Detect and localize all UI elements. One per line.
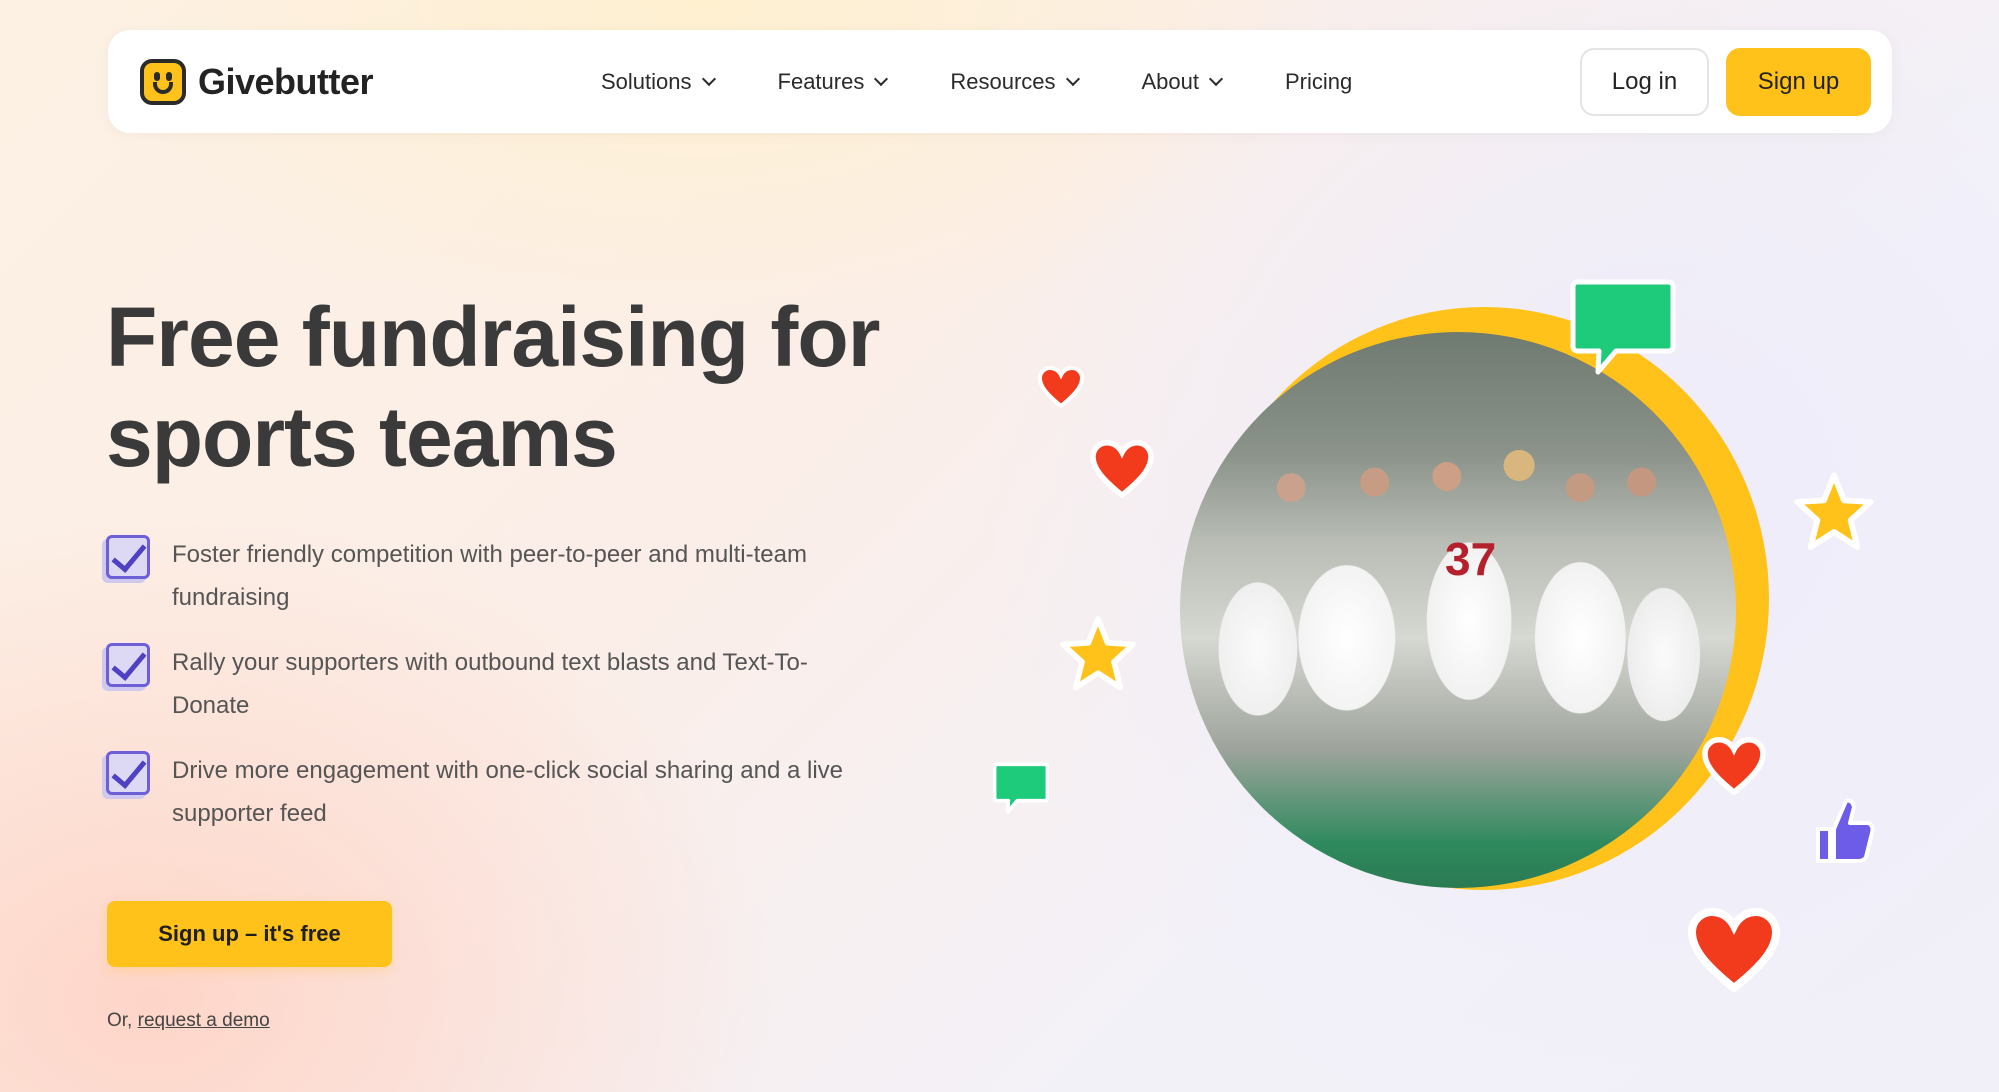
heart-icon xyxy=(1702,737,1766,795)
heart-icon xyxy=(1688,908,1780,992)
feature-text: Rally your supporters with outbound text… xyxy=(172,649,808,719)
list-item: Drive more engagement with one-click soc… xyxy=(106,749,876,835)
list-item: Foster friendly competition with peer-to… xyxy=(106,533,876,619)
heart-icon xyxy=(1038,366,1084,408)
page-title: Free fundraising for sports teams xyxy=(106,290,880,484)
nav-item-solutions[interactable]: Solutions xyxy=(601,68,716,95)
chevron-down-icon xyxy=(1065,71,1080,86)
list-item: Rally your supporters with outbound text… xyxy=(106,641,876,727)
heart-icon xyxy=(1090,440,1154,498)
nav-item-features[interactable]: Features xyxy=(777,68,889,95)
star-icon xyxy=(1058,615,1138,693)
chevron-down-icon xyxy=(874,71,889,86)
demo-prefix: Or, xyxy=(107,1010,133,1031)
nav-item-about[interactable]: About xyxy=(1141,68,1224,95)
chevron-down-icon xyxy=(701,71,716,86)
main-menu: Solutions Features Resources About Prici… xyxy=(601,30,1416,133)
star-icon xyxy=(1792,472,1876,552)
givebutter-logo[interactable]: Givebutter xyxy=(140,57,374,107)
jersey-number: 37 xyxy=(1445,533,1497,585)
nav-item-label: About xyxy=(1141,68,1200,94)
demo-line: Or, request a demo xyxy=(107,1010,270,1032)
request-demo-link[interactable]: request a demo xyxy=(138,1010,270,1031)
brand-name: Givebutter xyxy=(198,61,374,102)
signup-free-button[interactable]: Sign up – it's free xyxy=(107,901,392,967)
feature-list: Foster friendly competition with peer-to… xyxy=(106,533,876,857)
feature-text: Drive more engagement with one-click soc… xyxy=(172,757,843,827)
chat-bubble-icon xyxy=(993,762,1049,814)
nav-item-label: Features xyxy=(777,68,865,94)
nav-item-label: Resources xyxy=(950,68,1056,94)
nav-item-resources[interactable]: Resources xyxy=(950,68,1080,95)
signup-button[interactable]: Sign up xyxy=(1726,48,1871,116)
feature-text: Foster friendly competition with peer-to… xyxy=(172,541,807,611)
chevron-down-icon xyxy=(1208,71,1224,86)
login-button[interactable]: Log in xyxy=(1580,48,1709,116)
givebutter-logo-icon xyxy=(140,59,186,105)
nav-item-pricing[interactable]: Pricing xyxy=(1285,69,1352,95)
thumbs-up-icon xyxy=(1812,795,1876,865)
nav-item-label: Pricing xyxy=(1285,68,1353,94)
checkbox-checked-icon xyxy=(106,643,150,687)
nav-item-label: Solutions xyxy=(601,68,692,94)
checkbox-checked-icon xyxy=(106,751,150,795)
team-photo: 37 xyxy=(1180,332,1736,888)
chat-bubble-icon xyxy=(1570,278,1676,376)
checkbox-checked-icon xyxy=(106,535,150,579)
top-navigation: Givebutter Solutions Features Resources … xyxy=(108,30,1892,133)
